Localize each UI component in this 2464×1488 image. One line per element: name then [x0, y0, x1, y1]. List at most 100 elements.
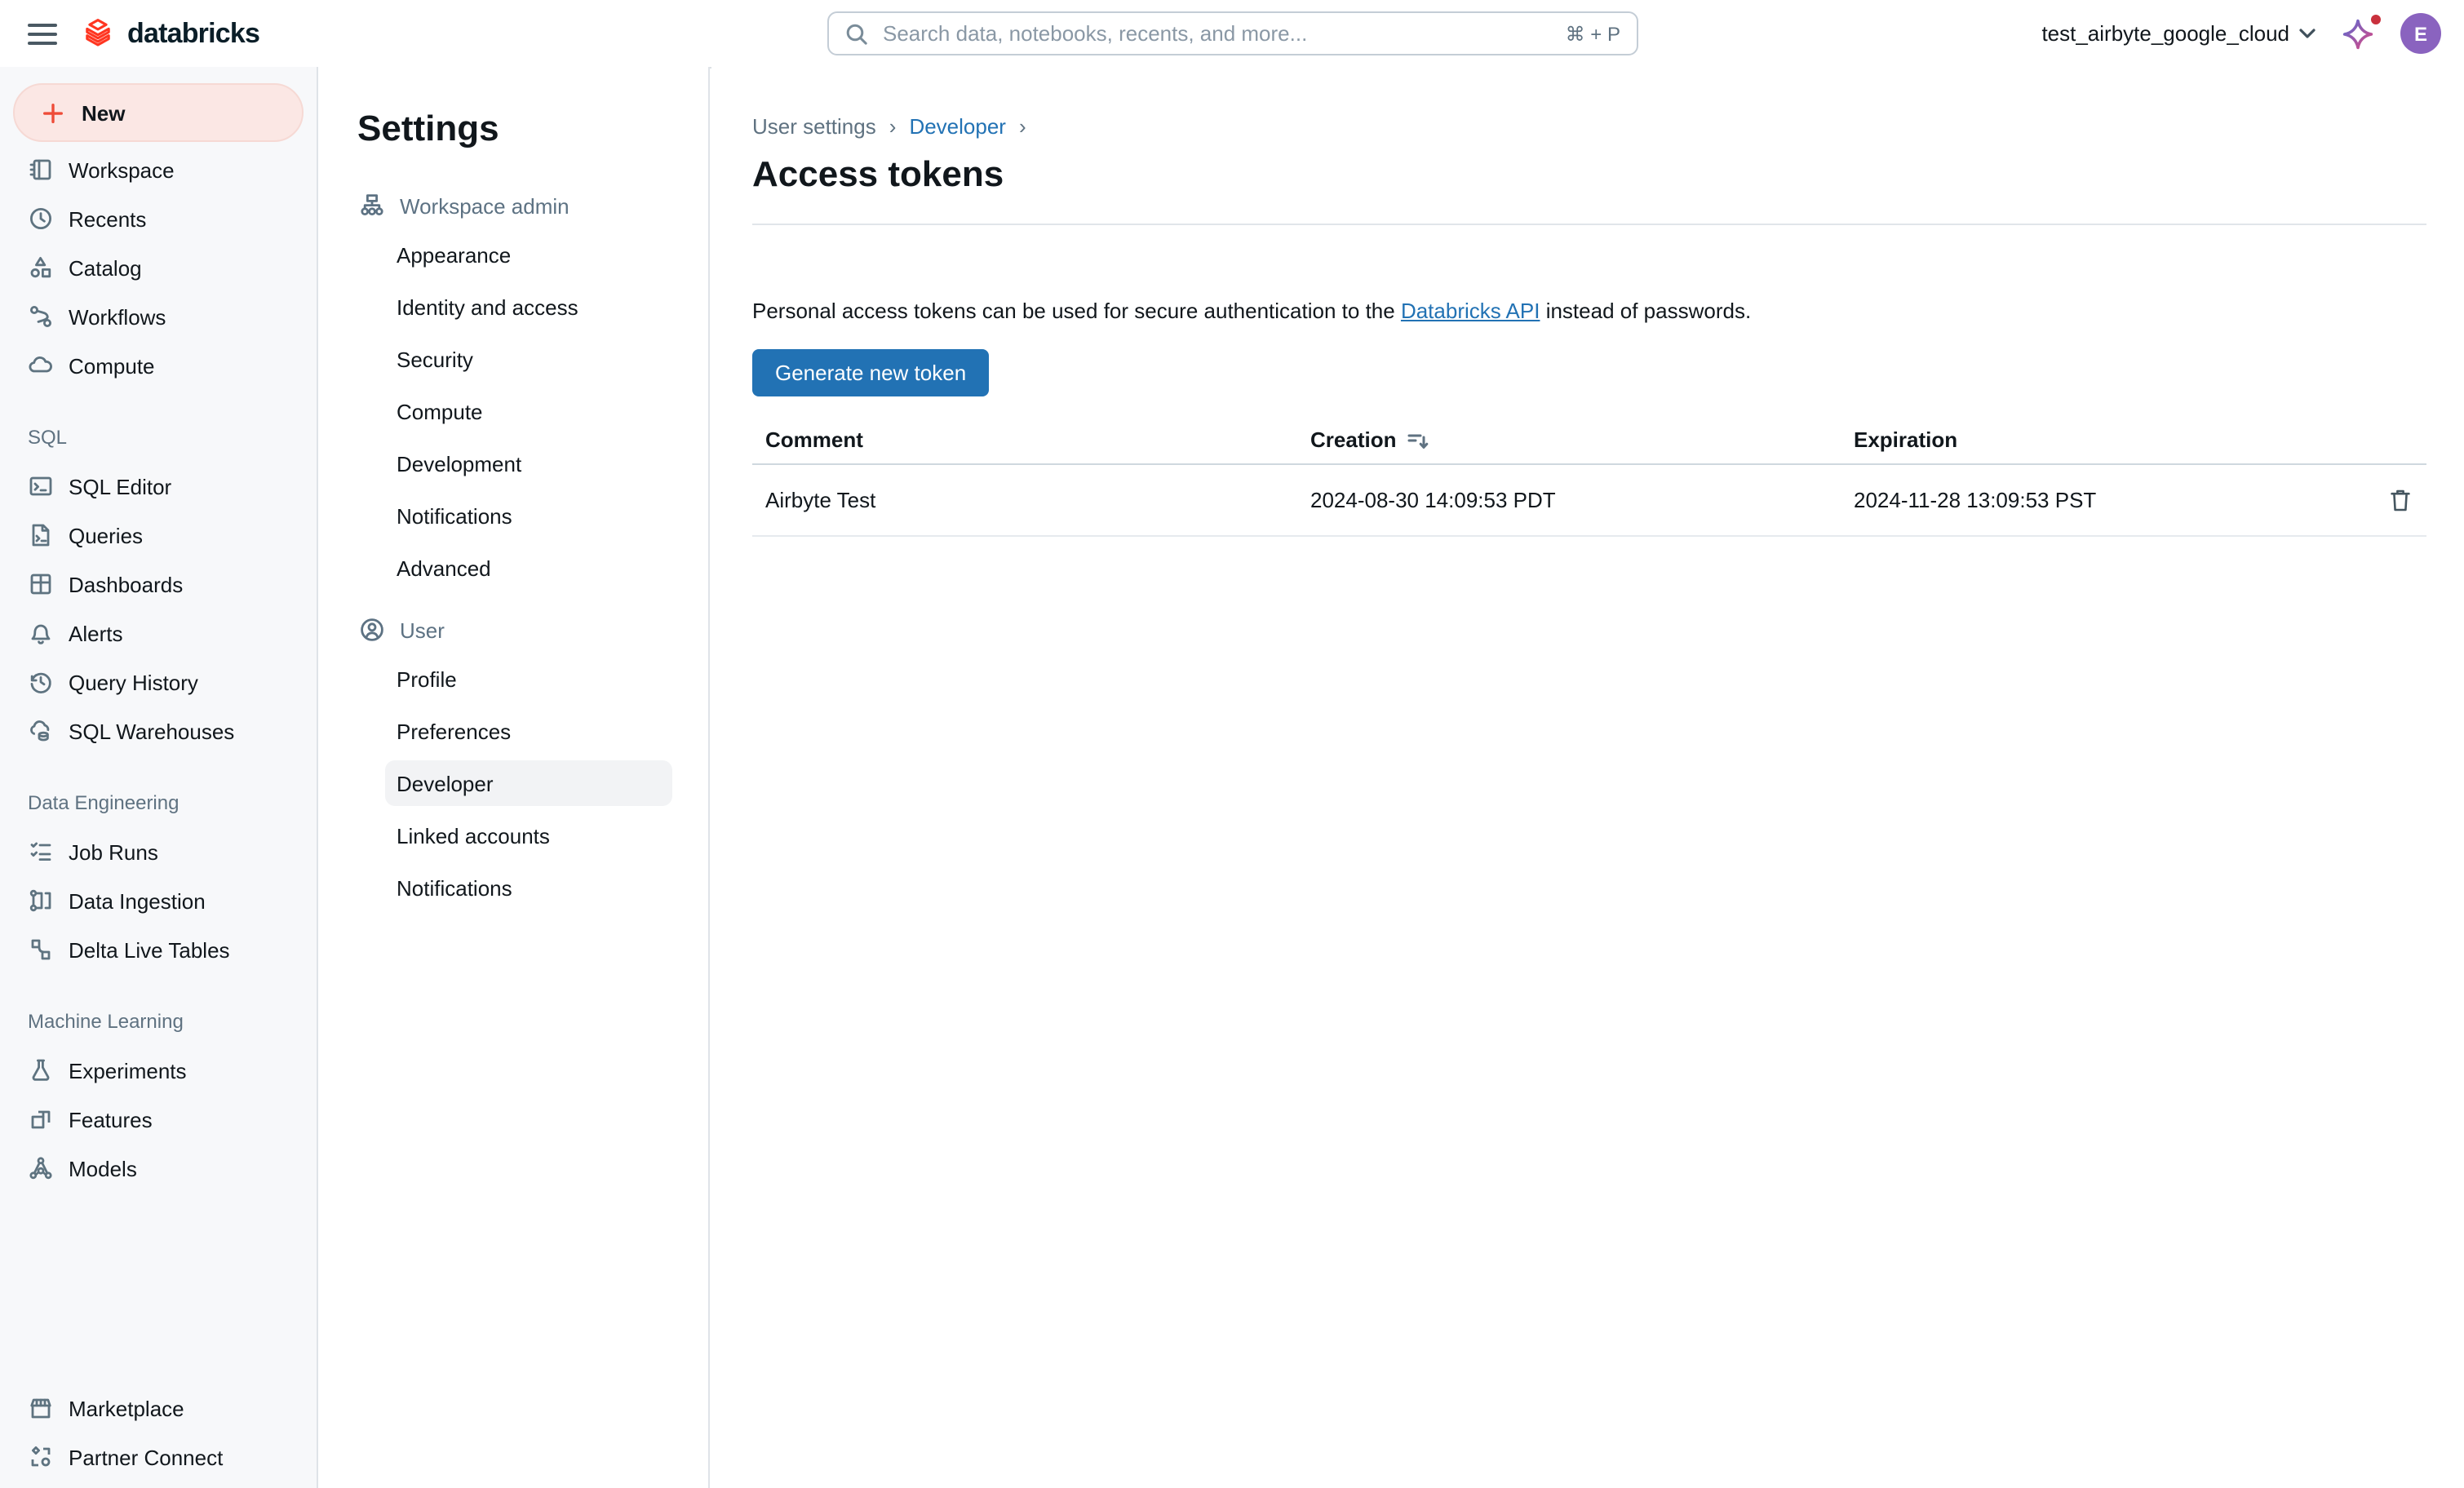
sidebar-item-workspace[interactable]: Workspace: [0, 145, 317, 194]
settings-item-profile[interactable]: Profile: [385, 653, 672, 705]
sidebar-item-label: Experiments: [69, 1058, 187, 1083]
settings-item-compute[interactable]: Compute: [385, 385, 672, 437]
new-button[interactable]: New: [13, 83, 304, 142]
sidebar-item-label: Delta Live Tables: [69, 937, 230, 962]
global-search[interactable]: ⌘ + P: [827, 11, 1638, 55]
avatar-initial: E: [2414, 22, 2427, 45]
settings-item-development[interactable]: Development: [385, 437, 672, 489]
sidebar-item-models[interactable]: Models: [0, 1144, 317, 1193]
settings-item-security[interactable]: Security: [385, 333, 672, 385]
settings-item-identity-and-access[interactable]: Identity and access: [385, 281, 672, 333]
sidebar-item-label: Models: [69, 1156, 137, 1180]
settings-item-advanced[interactable]: Advanced: [385, 542, 672, 594]
org-chart-icon: [359, 193, 385, 219]
catalog-icon: [28, 255, 54, 281]
databricks-logo[interactable]: databricks: [80, 16, 259, 51]
assistant-sparkle-button[interactable]: [2342, 17, 2374, 50]
workspace-icon: [28, 157, 54, 183]
sidebar-item-label: Workspace: [69, 157, 175, 182]
topbar-right-cluster: test_airbyte_google_cloud: [2041, 0, 2441, 67]
sidebar-item-partner-connect[interactable]: Partner Connect: [0, 1433, 317, 1481]
sidebar-item-label: Query History: [69, 670, 198, 694]
settings-item-notifications-admin[interactable]: Notifications: [385, 489, 672, 542]
databricks-logo-mark-icon: [80, 16, 116, 51]
settings-item-appearance[interactable]: Appearance: [385, 228, 672, 281]
sidebar-item-compute[interactable]: Compute: [0, 341, 317, 390]
sql-warehouse-icon: [28, 718, 54, 744]
breadcrumb-user-settings[interactable]: User settings: [752, 114, 876, 139]
sidebar-item-workflows[interactable]: Workflows: [0, 292, 317, 341]
sidebar-item-label: Job Runs: [69, 839, 158, 864]
databricks-api-link[interactable]: Databricks API: [1401, 299, 1540, 323]
sidebar-item-label: Queries: [69, 523, 143, 547]
column-header-expiration[interactable]: Expiration: [1841, 418, 2361, 464]
sidebar-item-catalog[interactable]: Catalog: [0, 243, 317, 292]
models-icon: [28, 1155, 54, 1181]
sort-descending-icon[interactable]: [1406, 428, 1429, 451]
history-icon: [28, 669, 54, 695]
sidebar-item-data-ingestion[interactable]: Data Ingestion: [0, 876, 317, 925]
settings-item-linked-accounts[interactable]: Linked accounts: [385, 809, 672, 861]
access-tokens-table: Comment Creation Expiration: [752, 418, 2426, 537]
sidebar-item-sql-warehouses[interactable]: SQL Warehouses: [0, 706, 317, 755]
sidebar-section-machine-learning: Machine Learning: [0, 997, 317, 1046]
settings-item-label: Preferences: [397, 719, 511, 743]
user-avatar[interactable]: E: [2400, 13, 2441, 54]
settings-group-user: User: [318, 607, 708, 653]
breadcrumb: User settings › Developer ›: [752, 114, 2426, 139]
column-header-actions: [2361, 418, 2426, 464]
settings-item-label: Advanced: [397, 556, 491, 580]
sidebar-item-queries[interactable]: Queries: [0, 511, 317, 560]
settings-item-preferences[interactable]: Preferences: [385, 705, 672, 757]
column-header-creation[interactable]: Creation: [1297, 418, 1841, 464]
generate-new-token-button[interactable]: Generate new token: [752, 349, 989, 396]
settings-item-label: Notifications: [397, 503, 512, 528]
settings-item-notifications-user[interactable]: Notifications: [385, 861, 672, 914]
sidebar-item-sql-editor[interactable]: SQL Editor: [0, 462, 317, 511]
sidebar-item-experiments[interactable]: Experiments: [0, 1046, 317, 1095]
token-creation-cell: 2024-08-30 14:09:53 PDT: [1297, 464, 1841, 536]
title-divider: [752, 224, 2426, 225]
main-content: User settings › Developer › Access token…: [711, 67, 2464, 1488]
column-header-comment[interactable]: Comment: [752, 418, 1297, 464]
sidebar-item-marketplace[interactable]: Marketplace: [0, 1384, 317, 1433]
breadcrumb-chevron-icon: ›: [889, 114, 897, 139]
hamburger-menu-icon[interactable]: [28, 22, 57, 45]
sidebar-item-recents[interactable]: Recents: [0, 194, 317, 243]
sidebar-item-dashboards[interactable]: Dashboards: [0, 560, 317, 609]
sidebar-section-sql: SQL: [0, 413, 317, 462]
sidebar-item-label: Dashboards: [69, 572, 183, 596]
breadcrumb-developer[interactable]: Developer: [909, 114, 1006, 139]
workspace-selector[interactable]: test_airbyte_google_cloud: [2041, 21, 2316, 46]
sidebar-item-features[interactable]: Features: [0, 1095, 317, 1144]
description-text: Personal access tokens can be used for s…: [752, 299, 2426, 323]
table-row: Airbyte Test 2024-08-30 14:09:53 PDT 202…: [752, 464, 2426, 536]
sidebar-item-label: Catalog: [69, 255, 142, 280]
sql-editor-icon: [28, 473, 54, 499]
settings-item-label: Development: [397, 451, 521, 476]
data-ingestion-icon: [28, 888, 54, 914]
sidebar-item-label: Alerts: [69, 621, 122, 645]
brand-wordmark: databricks: [127, 17, 259, 50]
sidebar-item-alerts[interactable]: Alerts: [0, 609, 317, 658]
storefront-icon: [28, 1395, 54, 1421]
bell-icon: [28, 620, 54, 646]
sidebar-bottom-group: Marketplace Partner Connect: [0, 1384, 317, 1488]
sidebar-item-label: Marketplace: [69, 1396, 184, 1420]
new-button-label: New: [82, 100, 125, 125]
settings-item-developer[interactable]: Developer: [385, 760, 672, 806]
page-title: Access tokens: [752, 153, 2426, 196]
description-before: Personal access tokens can be used for s…: [752, 299, 1401, 323]
job-runs-icon: [28, 839, 54, 865]
sidebar-item-job-runs[interactable]: Job Runs: [0, 827, 317, 876]
sidebar-item-delta-live-tables[interactable]: Delta Live Tables: [0, 925, 317, 974]
notification-dot: [2371, 14, 2381, 24]
settings-item-label: Profile: [397, 666, 457, 691]
search-input[interactable]: [880, 20, 1554, 47]
token-comment-cell: Airbyte Test: [752, 464, 1297, 536]
delete-token-button[interactable]: [2374, 486, 2413, 514]
chevron-down-icon: [2299, 28, 2316, 39]
workspace-name: test_airbyte_google_cloud: [2041, 21, 2289, 46]
sidebar-item-label: Partner Connect: [69, 1445, 223, 1469]
sidebar-item-query-history[interactable]: Query History: [0, 658, 317, 706]
